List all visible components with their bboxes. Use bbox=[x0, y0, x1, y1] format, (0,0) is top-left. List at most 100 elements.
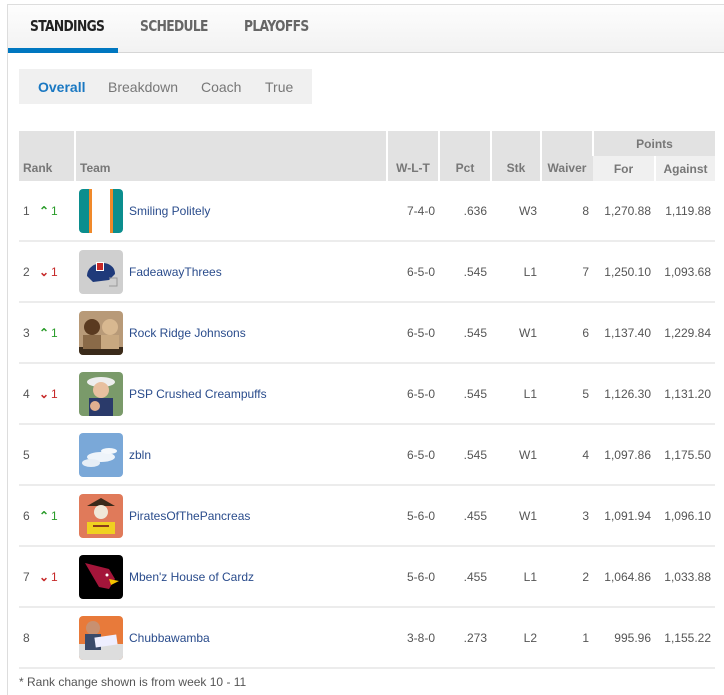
points-for-cell: 995.96 bbox=[593, 607, 655, 669]
team-name-link[interactable]: PiratesOfThePancreas bbox=[129, 509, 250, 523]
waiver-cell: 6 bbox=[541, 302, 593, 364]
team-name-link[interactable]: Rock Ridge Johnsons bbox=[129, 326, 246, 340]
tab-playoffs[interactable]: PLAYOFFS bbox=[244, 17, 309, 52]
pct-cell: .545 bbox=[439, 363, 491, 425]
points-against-cell: 1,175.50 bbox=[655, 424, 716, 486]
points-for-cell: 1,091.94 bbox=[593, 485, 655, 547]
points-against-cell: 1,033.88 bbox=[655, 546, 716, 608]
top-nav: STANDINGS SCHEDULE PLAYOFFS bbox=[8, 5, 724, 53]
header-points-group: Points bbox=[591, 131, 716, 156]
points-for-cell: 1,250.10 bbox=[593, 241, 655, 303]
team-cell: Rock Ridge Johnsons bbox=[75, 302, 387, 364]
team-name-link[interactable]: Chubbawamba bbox=[129, 631, 210, 645]
streak-cell: W3 bbox=[491, 181, 541, 242]
table-row: 8 Chubbawamba 3-8-0.273 L2 1 995.96 1,155.22 bbox=[19, 607, 716, 669]
wlt-cell: 5-6-0 bbox=[387, 485, 439, 547]
team-name-link[interactable]: Smiling Politely bbox=[129, 204, 210, 218]
table-row: 1 ⌃ 1 Smiling Politely 7-4-0.636 W3 8 1,270.88 1… bbox=[19, 181, 716, 242]
rank-change: 1 bbox=[51, 569, 58, 584]
team-name-link[interactable]: FadeawayThrees bbox=[129, 265, 222, 279]
points-for-cell: 1,097.86 bbox=[593, 424, 655, 486]
standings-table: Rank Team W-L-T Pct Stk Waiver Points Fo… bbox=[19, 131, 716, 669]
subtab-coach[interactable]: Coach bbox=[201, 79, 241, 95]
rank-cell: 7 ⌄ 1 bbox=[19, 546, 75, 608]
team-cell: PiratesOfThePancreas bbox=[75, 485, 387, 547]
tab-schedule[interactable]: SCHEDULE bbox=[140, 17, 208, 52]
table-row: 5 zbln 6-5-0.545 W1 4 1,097.86 1,175.50 bbox=[19, 424, 716, 486]
team-cell: Smiling Politely bbox=[75, 181, 387, 242]
waiver-cell: 4 bbox=[541, 424, 593, 486]
rank-number: 4 bbox=[23, 386, 30, 401]
rank-cell: 3 ⌃ 1 bbox=[19, 302, 75, 364]
pct-cell: .636 bbox=[439, 181, 491, 242]
points-against-cell: 1,096.10 bbox=[655, 485, 716, 547]
rank-down-icon: ⌄ bbox=[38, 386, 50, 401]
team-name-link[interactable]: Mben'z House of Cardz bbox=[129, 570, 254, 584]
rank-down-icon: ⌄ bbox=[38, 264, 50, 279]
waiver-cell: 7 bbox=[541, 241, 593, 303]
wlt-cell: 6-5-0 bbox=[387, 424, 439, 486]
points-for-cell: 1,137.40 bbox=[593, 302, 655, 364]
rank-number: 3 bbox=[23, 325, 30, 340]
header-wlt[interactable]: W-L-T bbox=[386, 131, 439, 181]
rank-down-icon: ⌄ bbox=[38, 569, 50, 584]
pirate-skull-avatar[interactable] bbox=[79, 493, 123, 538]
points-for-cell: 1,064.86 bbox=[593, 546, 655, 608]
team-cell: zbln bbox=[75, 424, 387, 486]
points-for-cell: 1,270.88 bbox=[593, 181, 655, 242]
photo-man-hat-avatar[interactable] bbox=[79, 371, 123, 416]
sub-nav: Overall Breakdown Coach True bbox=[19, 69, 312, 104]
table-row: 6 ⌃ 1 PiratesOfThePancreas 5-6-0.455 W1 3 1,091… bbox=[19, 485, 716, 547]
header-stk[interactable]: Stk bbox=[490, 131, 541, 181]
sky-clouds-avatar[interactable] bbox=[79, 432, 123, 477]
rank-change: 1 bbox=[51, 386, 58, 401]
tab-standings[interactable]: STANDINGS bbox=[30, 17, 105, 52]
header-pct[interactable]: Pct bbox=[438, 131, 491, 181]
header-rank[interactable]: Rank bbox=[19, 131, 75, 181]
pct-cell: .545 bbox=[439, 424, 491, 486]
streak-cell: W1 bbox=[491, 485, 541, 547]
team-name-link[interactable]: zbln bbox=[129, 448, 151, 462]
subtab-true[interactable]: True bbox=[265, 79, 293, 95]
waiver-cell: 1 bbox=[541, 607, 593, 669]
subtab-breakdown[interactable]: Breakdown bbox=[108, 79, 178, 95]
rank-number: 1 bbox=[23, 203, 30, 218]
rank-cell: 4 ⌄ 1 bbox=[19, 363, 75, 425]
pct-cell: .273 bbox=[439, 607, 491, 669]
rank-cell: 8 bbox=[19, 607, 75, 669]
dolphins-stripes-avatar[interactable] bbox=[79, 188, 123, 233]
streak-cell: W1 bbox=[491, 302, 541, 364]
header-points-against[interactable]: Against bbox=[653, 156, 716, 181]
cardinals-logo-avatar[interactable] bbox=[79, 554, 123, 599]
nfl-helmet-avatar[interactable] bbox=[79, 249, 123, 294]
rank-up-icon: ⌃ bbox=[38, 203, 50, 218]
streak-cell: L1 bbox=[491, 363, 541, 425]
team-name-link[interactable]: PSP Crushed Creampuffs bbox=[129, 387, 267, 401]
table-row: 7 ⌄ 1 Mben'z House of Cardz 5-6-0.455 L1 2 1,06… bbox=[19, 546, 716, 608]
header-waiver[interactable]: Waiver bbox=[540, 131, 593, 181]
team-cell: FadeawayThrees bbox=[75, 241, 387, 303]
wlt-cell: 7-4-0 bbox=[387, 181, 439, 242]
header-team[interactable]: Team bbox=[74, 131, 387, 181]
wlt-cell: 5-6-0 bbox=[387, 546, 439, 608]
rank-change: 1 bbox=[51, 264, 58, 279]
wlt-cell: 6-5-0 bbox=[387, 363, 439, 425]
pct-cell: .455 bbox=[439, 546, 491, 608]
photo-two-men-avatar[interactable] bbox=[79, 310, 123, 355]
waiver-cell: 5 bbox=[541, 363, 593, 425]
header-points-for[interactable]: For bbox=[593, 156, 655, 181]
rank-up-icon: ⌃ bbox=[38, 325, 50, 340]
team-cell: PSP Crushed Creampuffs bbox=[75, 363, 387, 425]
subtab-overall[interactable]: Overall bbox=[38, 79, 85, 95]
photo-man-sign-avatar[interactable] bbox=[79, 615, 123, 660]
standings-panel: STANDINGS SCHEDULE PLAYOFFS Overall Brea… bbox=[7, 4, 724, 695]
rank-change-footnote: * Rank change shown is from week 10 - 11 bbox=[19, 675, 247, 689]
waiver-cell: 3 bbox=[541, 485, 593, 547]
rank-change: 1 bbox=[51, 325, 58, 340]
pct-cell: .545 bbox=[439, 241, 491, 303]
points-against-cell: 1,229.84 bbox=[655, 302, 716, 364]
rank-change: 1 bbox=[51, 508, 58, 523]
points-for-cell: 1,126.30 bbox=[593, 363, 655, 425]
wlt-cell: 6-5-0 bbox=[387, 302, 439, 364]
rank-number: 2 bbox=[23, 264, 30, 279]
